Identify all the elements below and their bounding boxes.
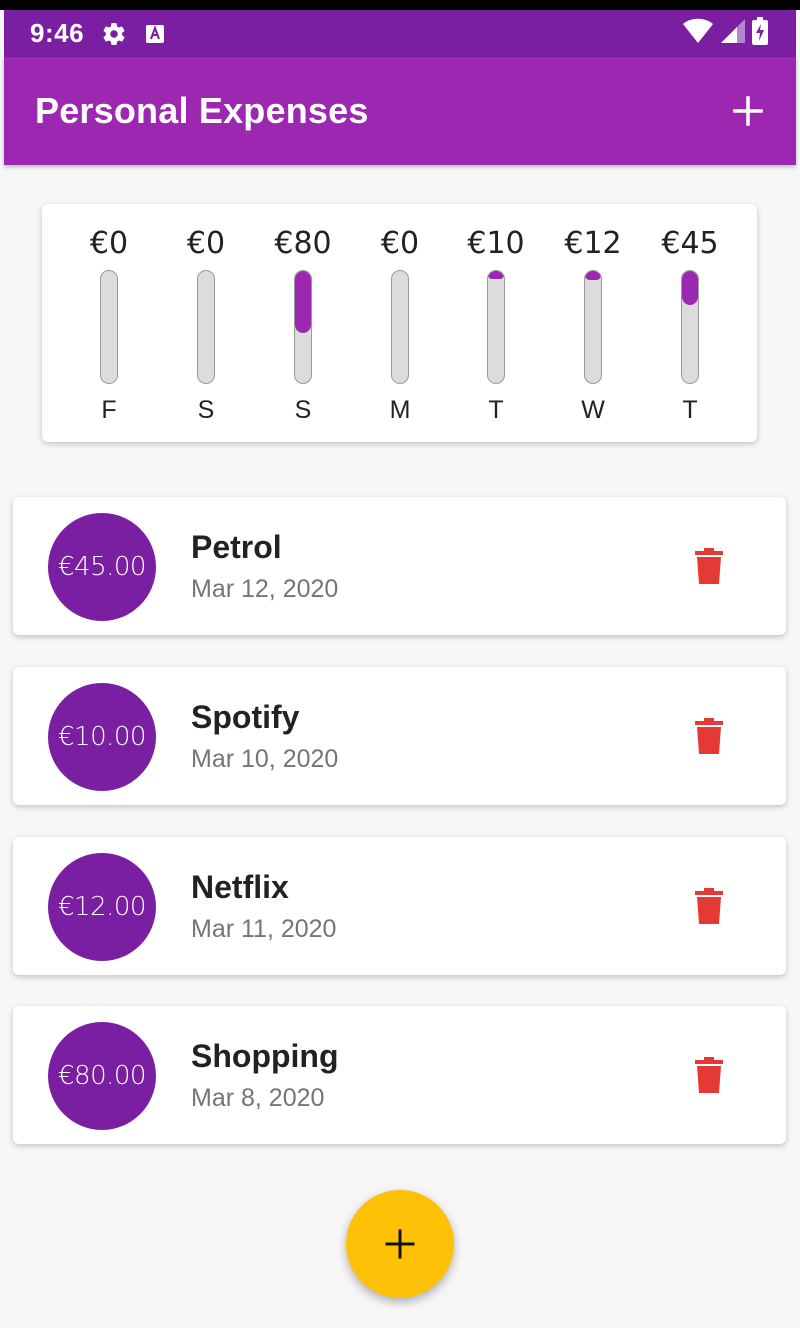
status-time: 9:46 [30, 18, 85, 48]
chart-amount-label: €0 [89, 226, 129, 261]
chart-day-label: F [101, 396, 117, 424]
chart-amount-label: €10 [467, 226, 525, 261]
add-fab-button[interactable] [346, 1190, 454, 1298]
transaction-card: €12.00 Netflix Mar 11, 2020 [13, 837, 786, 975]
chart-bar-column: €0 S [161, 204, 251, 442]
trash-icon [695, 888, 723, 924]
chart-bar-track [391, 270, 409, 384]
phone-top-edge [0, 0, 800, 10]
amount-avatar: €12.00 [48, 853, 156, 961]
a-icon [144, 23, 166, 45]
transaction-date: Mar 11, 2020 [191, 915, 337, 943]
battery-charging-icon [752, 17, 768, 50]
chart-bar-fill [585, 271, 601, 280]
chart-bar-column: €45 T [645, 204, 735, 442]
amount-avatar: €45.00 [48, 513, 156, 621]
weekly-chart-card: €0 F €0 S €80 S €0 M €10 T €12 W €45 T [42, 204, 757, 442]
trash-icon [695, 548, 723, 584]
status-right-icons [682, 17, 796, 50]
chart-day-label: T [682, 396, 698, 424]
chart-bar-track [294, 270, 312, 384]
chart-bar-track [681, 270, 699, 384]
delete-button[interactable] [693, 717, 725, 755]
transaction-title: Shopping [191, 1038, 339, 1074]
chart-day-label: S [294, 396, 312, 424]
transaction-date: Mar 12, 2020 [191, 575, 339, 603]
add-transaction-button[interactable] [730, 93, 766, 129]
chart-amount-label: €45 [661, 226, 719, 261]
chart-bar-column: €0 M [355, 204, 445, 442]
transaction-card: €10.00 Spotify Mar 10, 2020 [13, 667, 786, 805]
plus-icon [733, 96, 763, 126]
chart-amount-label: €12 [564, 226, 622, 261]
wifi-icon [682, 18, 714, 49]
chart-bar-track [487, 270, 505, 384]
gear-icon [100, 20, 128, 48]
trash-icon [695, 718, 723, 754]
chart-bar-fill [295, 271, 311, 333]
chart-bar-column: €80 S [258, 204, 348, 442]
transaction-title: Netflix [191, 869, 289, 905]
chart-day-label: T [488, 396, 504, 424]
chart-bar-track [197, 270, 215, 384]
amount-avatar: €10.00 [48, 683, 156, 791]
chart-amount-label: €80 [274, 226, 332, 261]
chart-bar-column: €12 W [548, 204, 638, 442]
signal-icon [720, 18, 746, 49]
chart-day-label: W [581, 396, 605, 424]
transaction-title: Petrol [191, 529, 282, 565]
transaction-card: €80.00 Shopping Mar 8, 2020 [13, 1006, 786, 1144]
chart-bar-column: €10 T [451, 204, 541, 442]
status-bar: 9:46 [4, 10, 796, 57]
transaction-date: Mar 8, 2020 [191, 1084, 325, 1112]
amount-avatar: €80.00 [48, 1022, 156, 1130]
chart-bar-track [584, 270, 602, 384]
delete-button[interactable] [693, 1056, 725, 1094]
chart-amount-label: €0 [380, 226, 420, 261]
chart-bar-track [100, 270, 118, 384]
chart-bar-fill [682, 271, 698, 305]
trash-icon [695, 1057, 723, 1093]
transaction-card: €45.00 Petrol Mar 12, 2020 [13, 497, 786, 635]
chart-amount-label: €0 [186, 226, 226, 261]
chart-day-label: S [197, 396, 215, 424]
delete-button[interactable] [693, 887, 725, 925]
delete-button[interactable] [693, 547, 725, 585]
page-title: Personal Expenses [35, 90, 369, 131]
app-bar: Personal Expenses [4, 57, 796, 165]
chart-bar-fill [488, 271, 504, 279]
chart-day-label: M [389, 396, 411, 424]
chart-bar-column: €0 F [64, 204, 154, 442]
plus-icon [385, 1229, 415, 1259]
transaction-date: Mar 10, 2020 [191, 745, 339, 773]
transaction-title: Spotify [191, 699, 300, 735]
